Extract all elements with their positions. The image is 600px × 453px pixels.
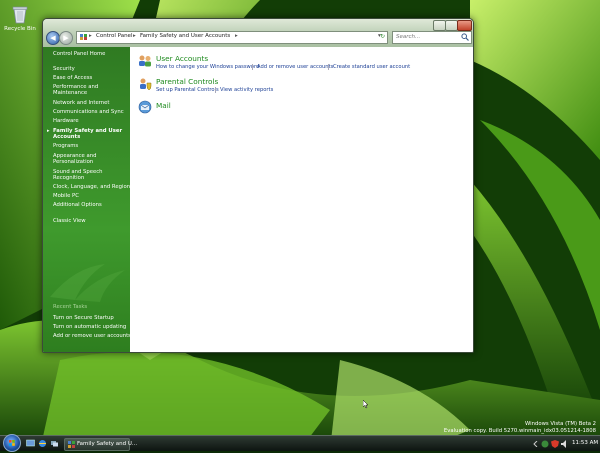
refresh-icon[interactable]: ↻ (378, 31, 387, 42)
taskbar-window-button[interactable]: Family Safety and U... (64, 438, 137, 451)
forward-arrow-icon: ▶ (63, 34, 69, 42)
control-panel-icon (68, 441, 75, 448)
recent-task-automatic-updating[interactable]: Turn on automatic updating (53, 324, 126, 331)
link-add-remove-accounts[interactable]: Add or remove user accounts (257, 64, 333, 70)
sidebar-control-panel-home[interactable]: Control Panel Home (53, 51, 105, 58)
recent-task-secure-startup[interactable]: Turn on Secure Startup (53, 315, 114, 322)
link-view-activity-reports[interactable]: View activity reports (220, 87, 273, 93)
sidebar: Control Panel Home Security Ease of Acce… (43, 47, 131, 352)
build-watermark-line2: Evaluation copy. Build 5270.winmain_idx0… (443, 428, 596, 434)
breadcrumb-separator-icon: ▸ (133, 33, 136, 39)
taskbar: Family Safety and U... 11:53 AM (0, 434, 600, 452)
sidebar-item-hardware[interactable]: Hardware (53, 118, 79, 125)
sidebar-item-programs[interactable]: Programs (53, 143, 78, 150)
address-bar[interactable]: ▸ Control Panel ▸ Family Safety and User… (76, 31, 388, 44)
mail-icon[interactable] (138, 100, 152, 114)
link-separator (252, 64, 253, 70)
search-icon[interactable] (461, 33, 469, 41)
taskbar-window-label: Family Safety and U... (77, 441, 138, 447)
category-mail[interactable]: Mail (156, 101, 171, 110)
sidebar-item-family-safety-line2[interactable]: Accounts (53, 134, 80, 141)
link-separator (215, 87, 216, 93)
switch-windows-icon[interactable] (50, 439, 59, 448)
taskbar-clock[interactable]: 11:53 AM (572, 440, 598, 446)
recent-task-add-remove-accounts[interactable]: Add or remove user accounts (53, 333, 131, 340)
sidebar-item-clock[interactable]: Clock, Language, and Region (53, 184, 130, 191)
recycle-bin[interactable]: Recycle Bin (2, 6, 38, 32)
recycle-bin-icon (12, 6, 28, 24)
link-change-password[interactable]: How to change your Windows password (156, 64, 259, 70)
sidebar-item-sound-line2[interactable]: Recognition (53, 175, 84, 182)
sidebar-item-security[interactable]: Security (53, 66, 75, 73)
control-panel-window: ◀ ▶ ▸ Control Panel ▸ Family Safety and … (42, 18, 474, 353)
sidebar-item-mobile-pc[interactable]: Mobile PC (53, 193, 79, 200)
category-parental-controls[interactable]: Parental Controls (156, 77, 218, 86)
sidebar-classic-view[interactable]: Classic View (53, 218, 86, 225)
link-setup-parental-controls[interactable]: Set up Parental Controls (156, 87, 219, 93)
internet-explorer-icon[interactable] (38, 439, 47, 448)
recent-tasks-header: Recent Tasks (53, 304, 88, 310)
close-button[interactable] (457, 20, 472, 31)
sidebar-watermark-icon (50, 264, 125, 302)
back-arrow-icon: ◀ (50, 34, 56, 42)
mouse-cursor-icon (363, 400, 369, 409)
tray-arrow-icon[interactable] (533, 441, 539, 447)
sidebar-item-communications[interactable]: Communications and Sync (53, 109, 124, 116)
back-button[interactable]: ◀ (46, 31, 60, 45)
current-category-arrow-icon: ▸ (47, 128, 50, 134)
network-icon[interactable] (541, 440, 549, 448)
category-user-accounts[interactable]: User Accounts (156, 54, 208, 63)
parental-controls-icon[interactable] (138, 77, 152, 91)
sidebar-item-performance-line2[interactable]: Maintenance (53, 90, 87, 97)
windows-logo-icon (9, 440, 15, 446)
search-placeholder: Search... (396, 34, 421, 40)
breadcrumb-separator-icon: ▸ (89, 33, 92, 39)
title-bar[interactable]: ◀ ▶ ▸ Control Panel ▸ Family Safety and … (43, 19, 473, 47)
build-watermark-line1: Windows Vista (TM) Beta 2 (525, 421, 596, 427)
search-input[interactable]: Search... (392, 31, 472, 44)
link-separator (328, 64, 329, 70)
breadcrumb-family-safety[interactable]: Family Safety and User Accounts (140, 33, 230, 39)
forward-button[interactable]: ▶ (59, 31, 73, 45)
volume-icon[interactable] (561, 440, 569, 448)
security-shield-icon[interactable] (551, 440, 559, 448)
show-desktop-icon[interactable] (26, 439, 35, 448)
sidebar-item-ease-of-access[interactable]: Ease of Access (53, 75, 92, 82)
start-button[interactable] (3, 434, 21, 452)
breadcrumb-control-panel[interactable]: Control Panel (96, 33, 132, 39)
main-content: User Accounts How to change your Windows… (130, 47, 473, 352)
sidebar-item-appearance-line2[interactable]: Personalization (53, 159, 93, 166)
sidebar-item-additional-options[interactable]: Additional Options (53, 202, 102, 209)
link-create-standard-account[interactable]: Create standard user account (333, 64, 410, 70)
recycle-bin-label: Recycle Bin (4, 26, 36, 32)
control-panel-icon (80, 34, 87, 40)
breadcrumb-dropdown-icon[interactable]: ▸ (235, 33, 238, 39)
sidebar-item-network[interactable]: Network and Internet (53, 100, 109, 107)
user-accounts-icon[interactable] (138, 54, 152, 68)
